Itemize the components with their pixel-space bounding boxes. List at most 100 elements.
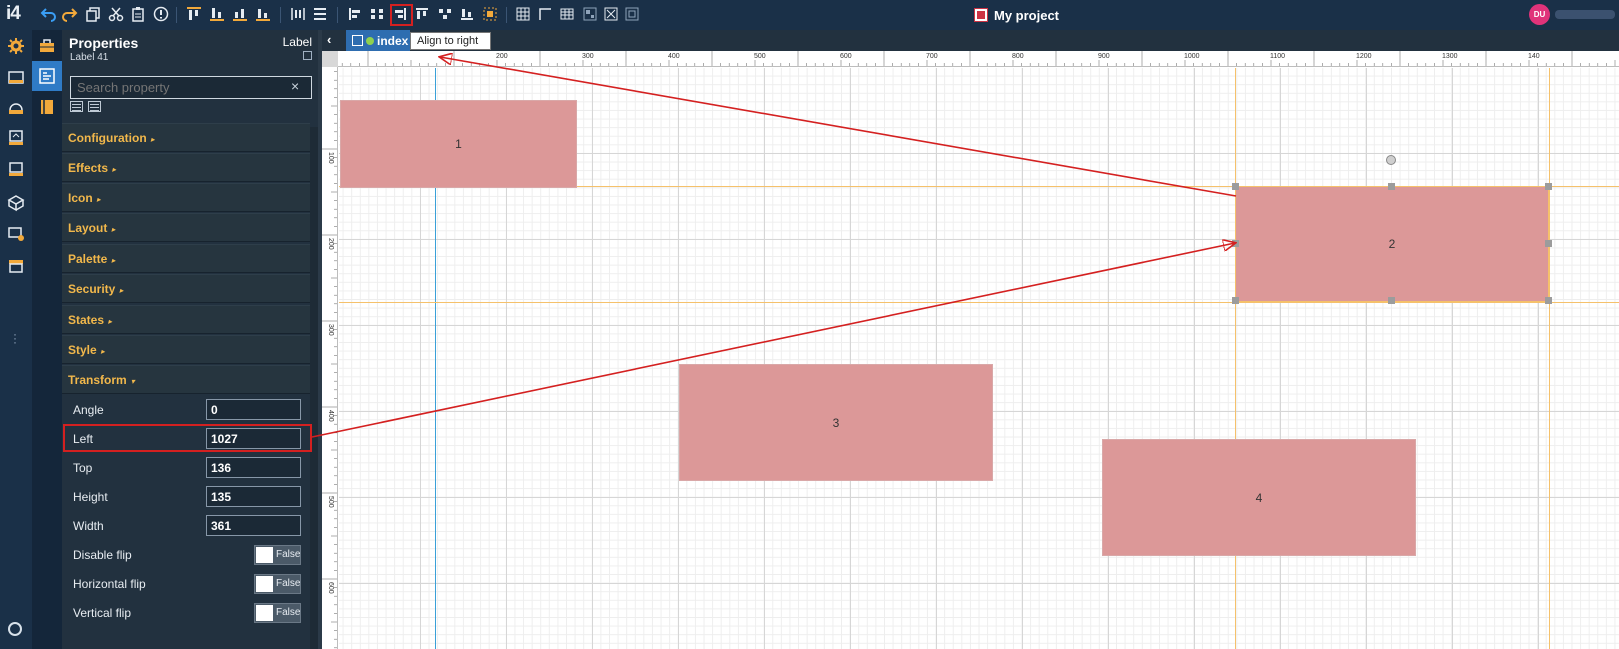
top-toolbar: i4 My project DU	[0, 0, 1619, 30]
prop-label: Height	[73, 490, 108, 504]
back-icon[interactable]: ‹	[327, 32, 331, 47]
label-shape-2[interactable]: 2	[1235, 186, 1549, 302]
label-shape-1[interactable]: 1	[340, 100, 577, 188]
project-icon	[974, 8, 988, 22]
expand-caret-icon: ▸	[150, 135, 155, 144]
section-palette[interactable]: Palette ▸	[62, 244, 310, 273]
section-style[interactable]: Style ▸	[62, 335, 310, 364]
top-input[interactable]	[206, 457, 301, 478]
search-property-input[interactable]	[70, 76, 312, 99]
resize-handle[interactable]	[1545, 240, 1552, 247]
archive-icon[interactable]	[7, 257, 25, 275]
section-security[interactable]: Security ▸	[62, 274, 310, 303]
label-shape-4[interactable]: 4	[1102, 439, 1416, 556]
undo-icon[interactable]	[40, 6, 56, 22]
align-top-icon[interactable]	[186, 6, 202, 22]
align-top-edge-icon[interactable]	[414, 6, 430, 22]
section-configuration[interactable]: Configuration ▸	[62, 123, 310, 152]
panel-title: Properties	[69, 35, 139, 51]
clear-search-icon[interactable]: ×	[291, 78, 299, 94]
section-transform[interactable]: Transform ▾	[62, 365, 310, 394]
section-layout[interactable]: Layout ▸	[62, 213, 310, 242]
copy-icon[interactable]	[85, 6, 101, 22]
power-icon[interactable]	[8, 622, 22, 636]
ruler-label: 300	[327, 324, 334, 336]
monitor-settings-icon[interactable]	[7, 225, 25, 243]
frame-icon[interactable]	[624, 6, 640, 22]
panel-scrollbar[interactable]	[310, 127, 318, 649]
prop-row-vertical-flip: Vertical flip False	[62, 598, 310, 627]
project-title-text: My project	[994, 7, 1060, 23]
ruler-label: 1100	[1270, 53, 1285, 60]
package-icon[interactable]	[7, 194, 25, 212]
vertical-ruler: 100 200 300 400 500 600	[322, 67, 338, 649]
lock-icon[interactable]	[603, 6, 619, 22]
prop-label: Width	[73, 519, 104, 533]
collapse-caret-icon: ▾	[130, 377, 135, 386]
info-icon[interactable]	[153, 6, 169, 22]
align-baseline-icon[interactable]	[255, 6, 271, 22]
section-states[interactable]: States ▸	[62, 305, 310, 334]
cut-icon[interactable]	[108, 6, 124, 22]
settings-icon[interactable]	[7, 37, 25, 55]
vertical-flip-toggle[interactable]: False	[254, 603, 301, 623]
align-bottom-edge-icon[interactable]	[459, 6, 475, 22]
section-effects[interactable]: Effects ▸	[62, 153, 310, 182]
save-icon[interactable]	[7, 68, 25, 86]
properties-panel: Properties Label 41 Label × Configuratio…	[62, 30, 318, 649]
resize-handle[interactable]	[1388, 183, 1395, 190]
resize-handle[interactable]	[1232, 297, 1239, 304]
ruler-label: 1300	[1442, 53, 1458, 60]
layout-icon[interactable]	[582, 6, 598, 22]
document-tabbar: ‹ index	[322, 30, 1619, 51]
paste-icon[interactable]	[130, 6, 146, 22]
align-left-icon[interactable]	[347, 6, 363, 22]
redo-icon[interactable]	[62, 6, 78, 22]
properties-icon[interactable]	[38, 67, 56, 85]
guide-line-vertical	[1235, 68, 1236, 649]
resize-handle[interactable]	[1232, 183, 1239, 190]
list-view-icon[interactable]	[70, 101, 83, 112]
distribute-vertical-icon[interactable]	[312, 6, 328, 22]
disable-flip-toggle[interactable]: False	[254, 545, 301, 565]
align-middle-icon[interactable]	[232, 6, 248, 22]
design-canvas[interactable]: 1 2 3 4	[339, 68, 1619, 649]
download-icon[interactable]	[7, 98, 25, 116]
align-center-icon[interactable]	[369, 6, 385, 22]
label-shape-3[interactable]: 3	[679, 364, 993, 481]
resize-handle[interactable]	[1232, 240, 1239, 247]
height-input[interactable]	[206, 486, 301, 507]
upload-icon[interactable]	[7, 129, 25, 147]
resize-handle[interactable]	[1388, 297, 1395, 304]
angle-input[interactable]	[206, 399, 301, 420]
copy-id-icon[interactable]	[303, 51, 312, 60]
grid-icon[interactable]	[515, 6, 531, 22]
horizontal-ruler: 200 300 400 500 600 700 800 900 1000 1100 1200 1300…	[322, 51, 1619, 67]
tab-index[interactable]: index	[346, 30, 410, 51]
properties-header: Properties Label 41 Label	[62, 30, 318, 67]
rotate-handle[interactable]	[1386, 155, 1396, 165]
distribute-horizontal-icon[interactable]	[290, 6, 306, 22]
section-icon[interactable]: Icon ▸	[62, 183, 310, 212]
expand-caret-icon: ▸	[119, 286, 124, 295]
width-input[interactable]	[206, 515, 301, 536]
expand-caret-icon: ▸	[100, 347, 105, 356]
book-icon[interactable]	[38, 98, 56, 116]
avatar[interactable]: DU	[1529, 4, 1550, 25]
more-icon[interactable]: · · ·	[13, 328, 17, 348]
detail-view-icon[interactable]	[88, 101, 101, 112]
group-icon[interactable]	[482, 6, 498, 22]
toolbox-icon[interactable]	[38, 37, 56, 55]
align-middle-vertical-icon[interactable]	[437, 6, 453, 22]
table-icon[interactable]	[559, 6, 575, 22]
ruler-label: 1000	[1184, 53, 1200, 60]
prop-label: Angle	[73, 403, 104, 417]
resize-handle[interactable]	[1545, 183, 1552, 190]
snap-icon[interactable]	[537, 6, 553, 22]
horizontal-flip-toggle[interactable]: False	[254, 574, 301, 594]
resize-handle[interactable]	[1545, 297, 1552, 304]
align-bottom-icon[interactable]	[209, 6, 225, 22]
ruler-label: 400	[327, 410, 334, 422]
export-icon[interactable]	[7, 160, 25, 178]
expand-caret-icon: ▸	[111, 225, 116, 234]
